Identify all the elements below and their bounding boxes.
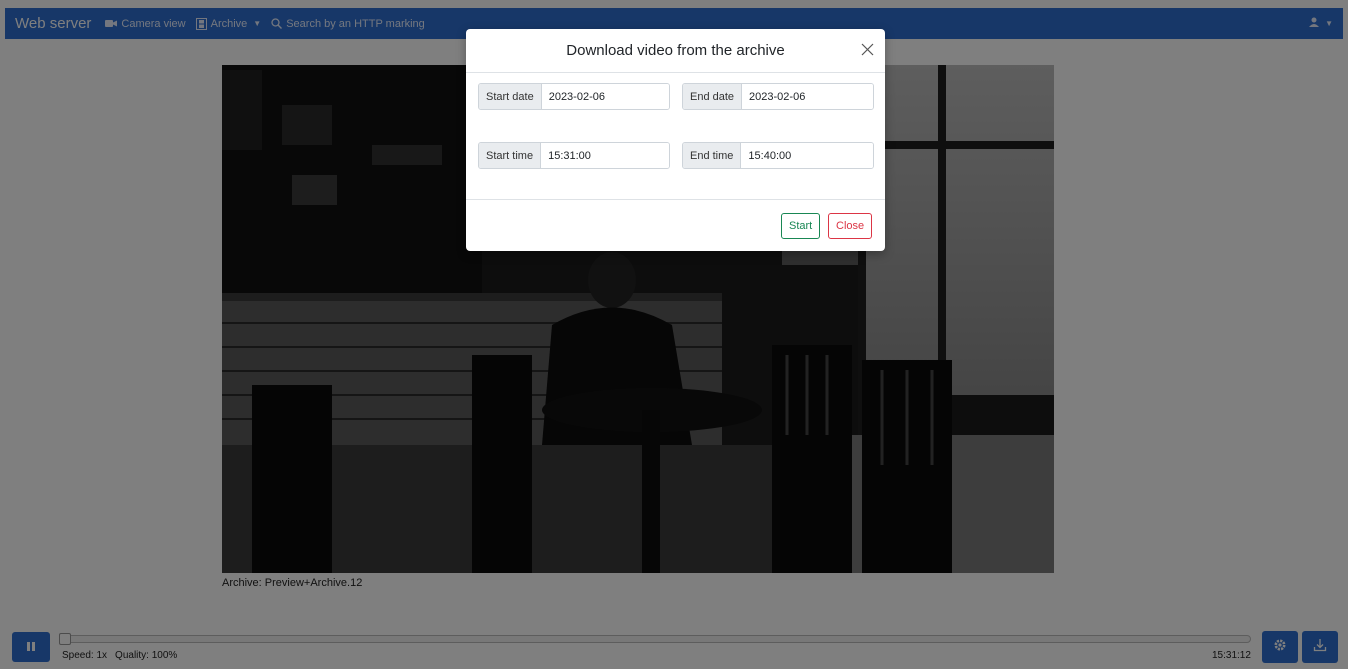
modal-footer: Start Close <box>466 200 885 250</box>
start-time-field[interactable] <box>541 143 669 168</box>
start-time-label: Start time <box>479 143 542 168</box>
start-date-field[interactable] <box>541 84 669 109</box>
start-date-group: Start date <box>478 83 670 110</box>
close-button[interactable]: Close <box>828 213 873 239</box>
end-date-field[interactable] <box>742 84 873 109</box>
end-time-group: End time <box>682 142 874 169</box>
end-date-label: End date <box>683 84 743 109</box>
start-date-label: Start date <box>479 84 542 109</box>
end-time-label: End time <box>683 143 742 168</box>
end-date-group: End date <box>682 83 874 110</box>
modal-header: Download video from the archive <box>466 29 885 73</box>
download-video-modal: Download video from the archive Start da… <box>466 29 885 251</box>
modal-body: Start date End date Start time End time <box>466 73 885 200</box>
start-button[interactable]: Start <box>781 213 821 239</box>
start-time-group: Start time <box>478 142 670 169</box>
modal-title: Download video from the archive <box>566 42 785 59</box>
end-time-field[interactable] <box>741 143 873 168</box>
close-icon[interactable] <box>859 41 875 57</box>
